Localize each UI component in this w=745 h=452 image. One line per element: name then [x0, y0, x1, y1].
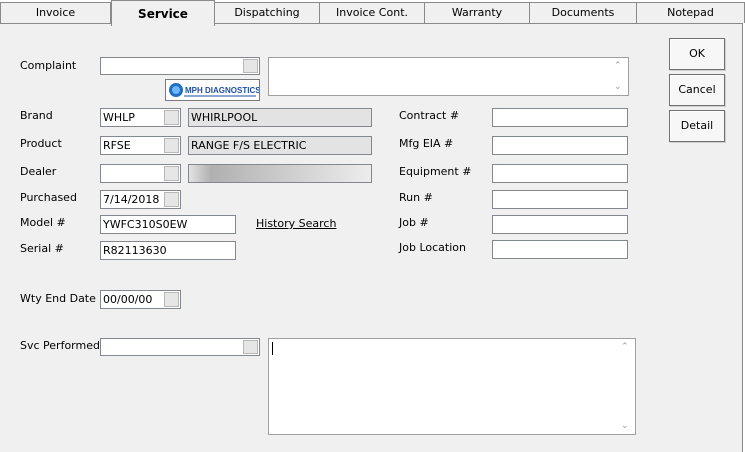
run-label: Run #: [399, 191, 433, 204]
wty-end-date-field[interactable]: 00/00/00: [100, 290, 181, 309]
mfg-eia-label: Mfg EIA #: [399, 137, 454, 150]
svg-text:MPH DIAGNOSTICS: MPH DIAGNOSTICS: [185, 86, 259, 95]
equipment-field[interactable]: [492, 164, 628, 183]
svc-performed-label: Svc Performed: [20, 339, 100, 352]
brand-code-field[interactable]: WHLP: [100, 108, 181, 127]
complaint-dropdown-button[interactable]: [243, 59, 258, 73]
purchased-date-field[interactable]: 7/14/2018: [100, 190, 181, 209]
svc-performed-text-area[interactable]: ⌃ ⌄: [268, 338, 636, 435]
tab-service[interactable]: Service: [111, 0, 215, 26]
dealer-name-field: [188, 164, 372, 183]
purchased-calendar-button[interactable]: [164, 192, 179, 207]
serial-label: Serial #: [20, 242, 64, 255]
cancel-button[interactable]: Cancel: [669, 74, 725, 106]
product-name-field: RANGE F/S ELECTRIC: [188, 136, 372, 155]
dealer-code-field[interactable]: [100, 164, 181, 183]
tab-warranty[interactable]: Warranty: [424, 2, 530, 23]
dealer-dropdown-button[interactable]: [164, 166, 179, 181]
contract-label: Contract #: [399, 109, 460, 122]
wty-end-date-value: 00/00/00: [103, 293, 153, 306]
scroll-down-icon[interactable]: ⌄: [621, 421, 629, 431]
product-dropdown-button[interactable]: [164, 138, 179, 153]
tab-invoice[interactable]: Invoice: [0, 2, 111, 23]
product-code-field[interactable]: RFSE: [100, 136, 181, 155]
brand-name-field: WHIRLPOOL: [188, 108, 372, 127]
ok-button[interactable]: OK: [669, 38, 725, 70]
tab-documents[interactable]: Documents: [529, 2, 637, 23]
history-search-link[interactable]: History Search: [256, 217, 336, 230]
job-location-field[interactable]: [492, 240, 628, 259]
model-label: Model #: [20, 216, 66, 229]
brand-label: Brand: [20, 109, 53, 122]
job-label: Job #: [399, 216, 429, 229]
job-location-label: Job Location: [399, 241, 466, 254]
job-field[interactable]: [492, 215, 628, 234]
product-code-value: RFSE: [103, 139, 131, 152]
purchased-label: Purchased: [20, 191, 77, 204]
equipment-label: Equipment #: [399, 165, 472, 178]
serial-field[interactable]: R82113630: [100, 241, 236, 260]
svc-performed-dropdown-button[interactable]: [243, 340, 258, 354]
tab-notepad[interactable]: Notepad: [636, 2, 745, 23]
model-field[interactable]: YWFC310S0EW: [100, 215, 236, 234]
purchased-value: 7/14/2018: [103, 193, 160, 206]
run-field[interactable]: [492, 190, 628, 209]
complaint-code-field[interactable]: [100, 57, 260, 75]
tab-bar: Invoice Dispatching Invoice Cont. Warran…: [0, 0, 745, 26]
scroll-up-icon[interactable]: ⌃: [621, 342, 629, 352]
detail-button[interactable]: Detail: [669, 110, 725, 142]
text-cursor: [272, 342, 273, 355]
tab-dispatching[interactable]: Dispatching: [214, 2, 320, 23]
complaint-scrollbar[interactable]: ⌃ ⌄: [611, 58, 628, 95]
tab-invoice-cont[interactable]: Invoice Cont.: [319, 2, 425, 23]
scroll-up-icon[interactable]: ⌃: [614, 61, 622, 71]
scroll-down-icon[interactable]: ⌄: [614, 82, 622, 92]
mph-diagnostics-button[interactable]: MPH DIAGNOSTICS: [165, 79, 260, 101]
contract-field[interactable]: [492, 108, 628, 127]
mfg-eia-field[interactable]: [492, 136, 628, 155]
svc-performed-scrollbar[interactable]: ⌃ ⌄: [618, 339, 635, 434]
complaint-label: Complaint: [20, 59, 77, 72]
mph-logo-icon: MPH DIAGNOSTICS: [169, 83, 259, 97]
wty-end-date-label: Wty End Date: [20, 292, 96, 305]
product-label: Product: [20, 137, 62, 150]
brand-dropdown-button[interactable]: [164, 110, 179, 125]
wty-end-date-calendar-button[interactable]: [164, 292, 179, 307]
brand-code-value: WHLP: [103, 111, 135, 124]
svc-performed-code-field[interactable]: [100, 338, 260, 356]
dealer-label: Dealer: [20, 165, 57, 178]
complaint-text-area[interactable]: ⌃ ⌄: [268, 57, 629, 96]
